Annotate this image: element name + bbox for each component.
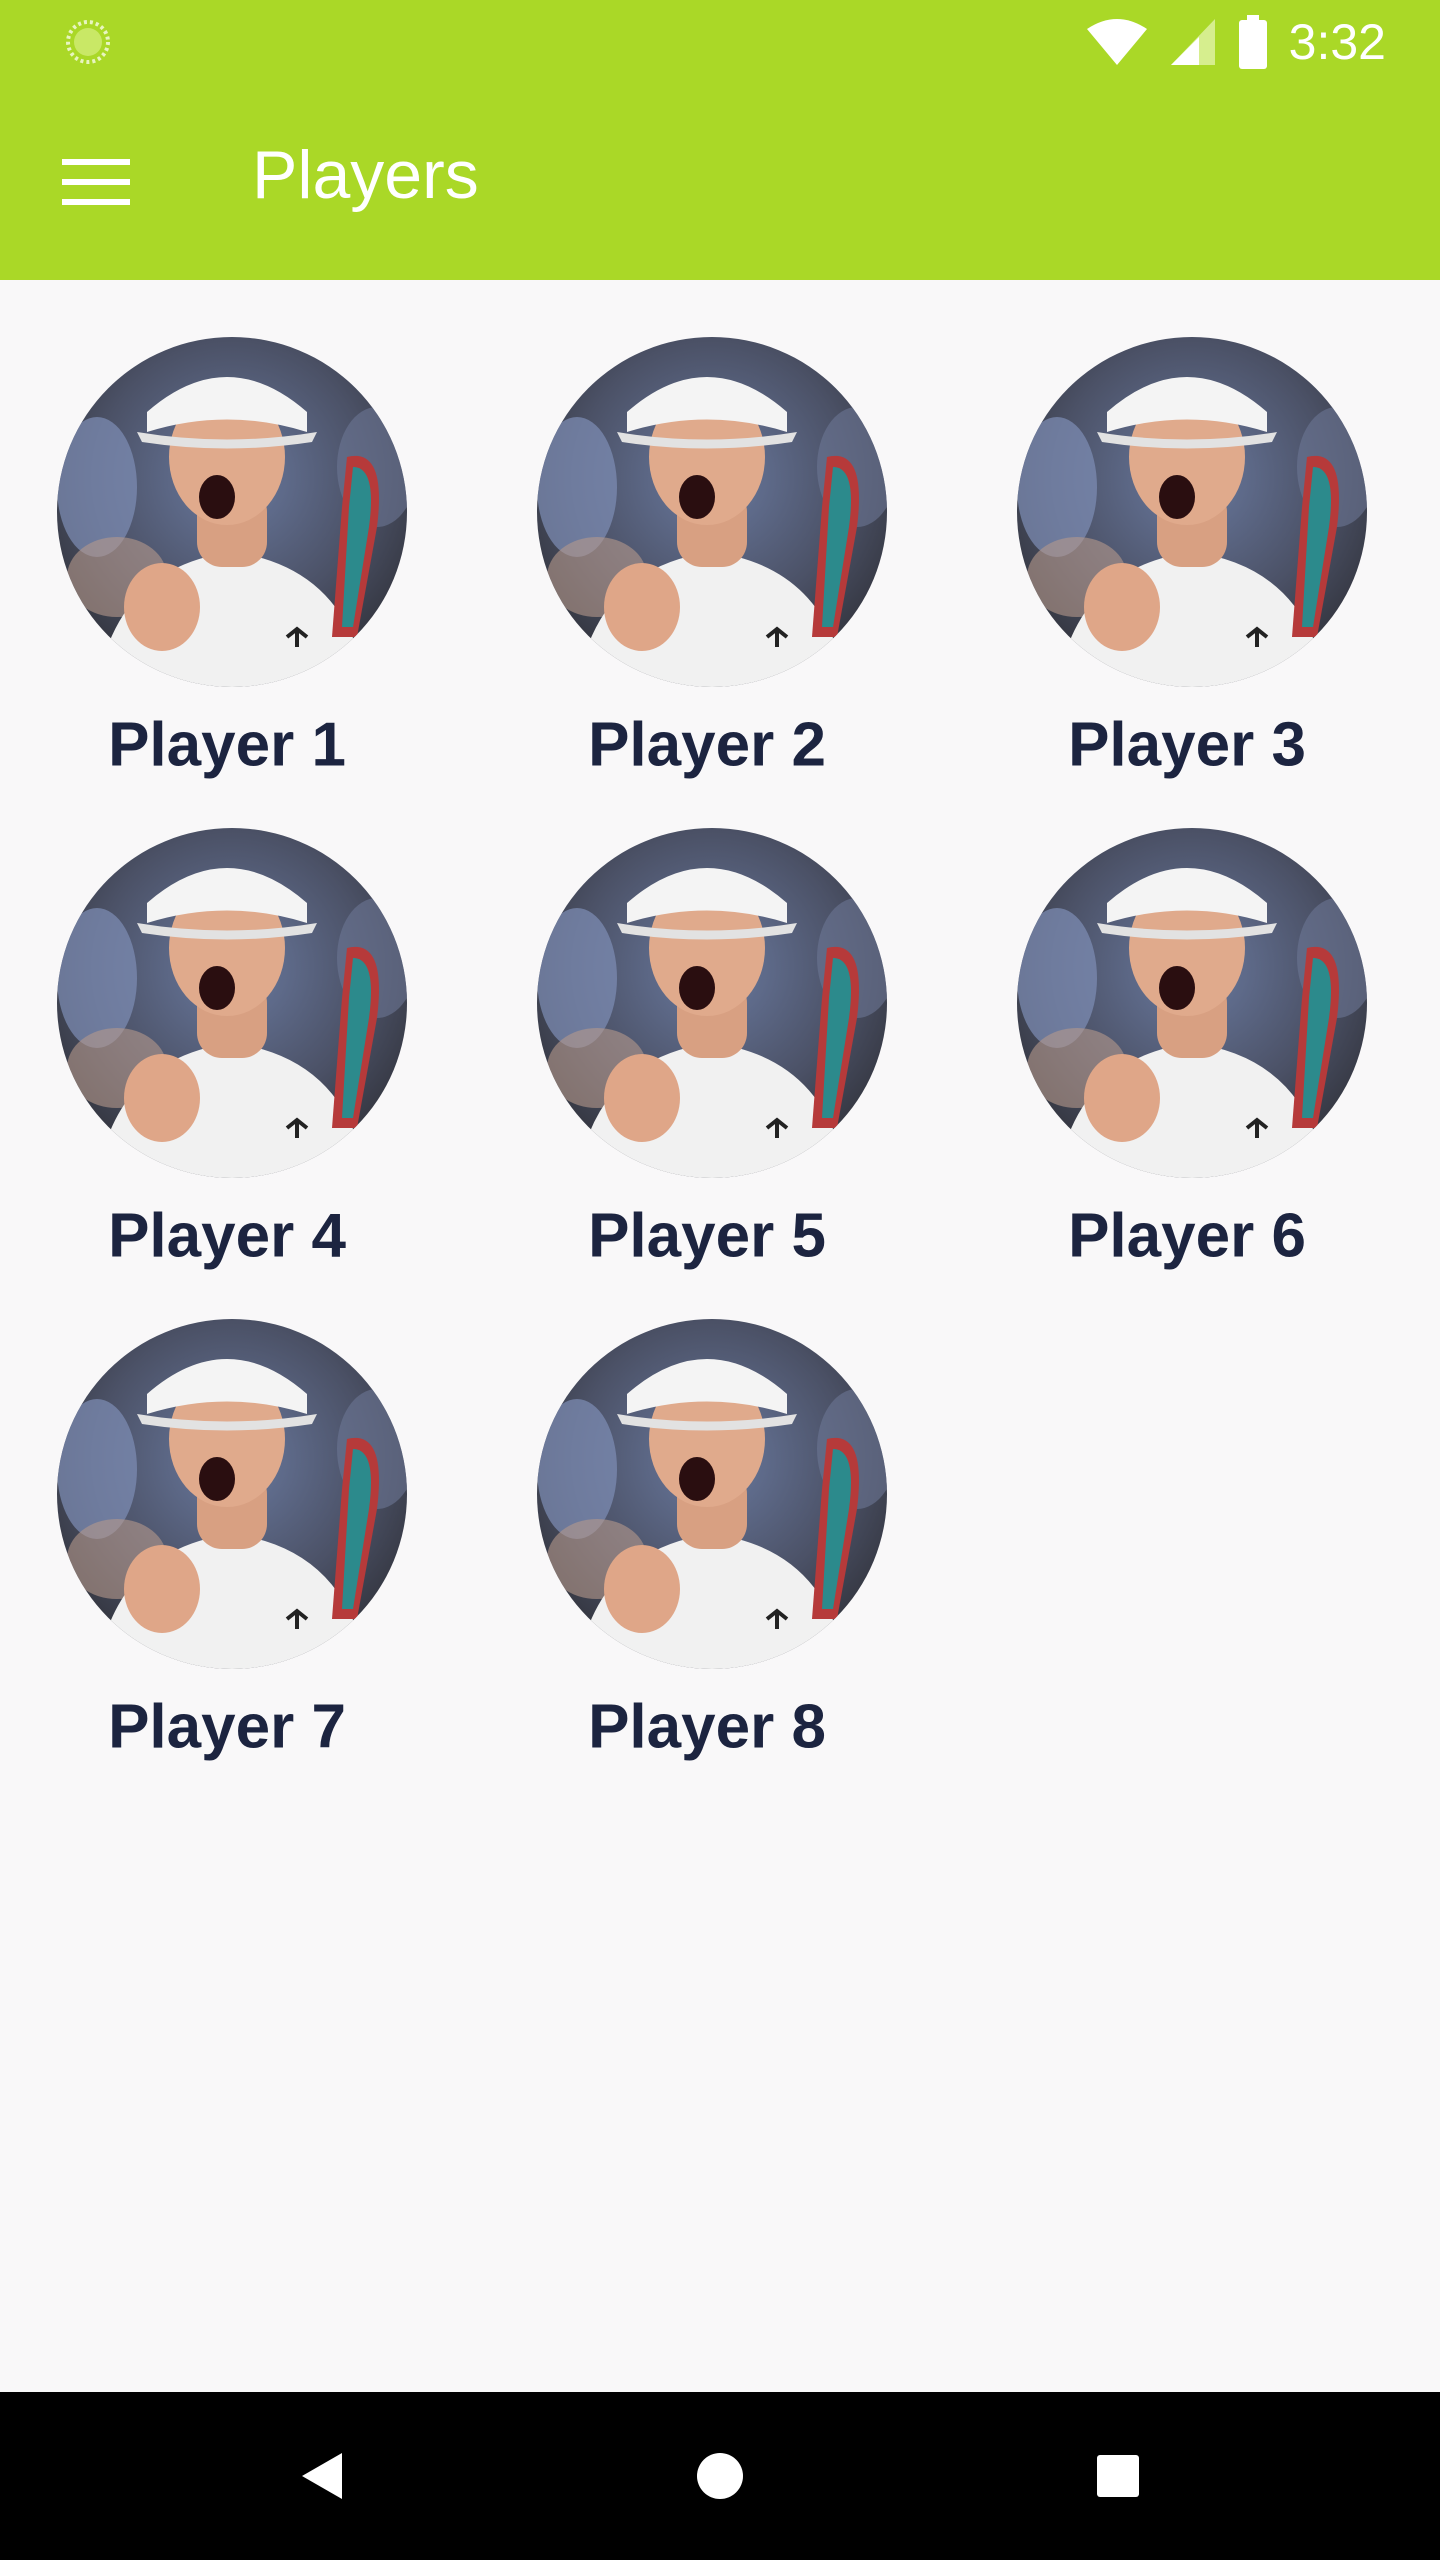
player-avatar (57, 337, 407, 687)
player-name: Player 2 (588, 710, 826, 780)
player-name: Player 8 (588, 1692, 826, 1762)
player-name: Player 6 (1068, 1201, 1306, 1271)
player-avatar (1017, 337, 1367, 687)
tennis-player-photo (1017, 828, 1367, 1178)
home-icon (697, 2453, 743, 2499)
player-name: Player 4 (108, 1201, 346, 1271)
player-avatar (537, 337, 887, 687)
status-time: 3:32 (1288, 14, 1386, 70)
player-name: Player 5 (588, 1201, 826, 1271)
app-bar: Players (0, 84, 1440, 280)
player-card-2[interactable]: Player 2 (507, 337, 907, 807)
player-card-6[interactable]: Player 6 (987, 828, 1387, 1298)
player-name: Player 7 (108, 1692, 346, 1762)
player-card-4[interactable]: Player 4 (27, 828, 427, 1298)
status-icons: 3:32 (1085, 0, 1386, 84)
player-avatar (537, 828, 887, 1178)
tennis-player-photo (537, 828, 887, 1178)
wifi-icon (1086, 19, 1147, 65)
menu-button[interactable] (40, 134, 152, 230)
player-avatar (57, 1319, 407, 1669)
hamburger-menu-icon (62, 159, 130, 205)
tennis-player-photo (537, 337, 887, 687)
player-card-1[interactable]: Player 1 (27, 337, 427, 807)
player-name: Player 1 (108, 710, 346, 780)
back-button[interactable] (272, 2426, 372, 2526)
tennis-player-photo (57, 1319, 407, 1669)
tennis-player-photo (1017, 337, 1367, 687)
tennis-player-photo (57, 828, 407, 1178)
player-avatar (537, 1319, 887, 1669)
player-avatar (1017, 828, 1367, 1178)
recents-icon (1097, 2455, 1139, 2497)
recents-button[interactable] (1068, 2426, 1168, 2526)
battery-icon (1238, 15, 1267, 69)
back-icon (302, 2453, 342, 2499)
player-card-7[interactable]: Player 7 (27, 1319, 427, 1789)
status-bar: 3:32 (0, 0, 1440, 84)
player-card-8[interactable]: Player 8 (507, 1319, 907, 1789)
home-button[interactable] (670, 2426, 770, 2526)
tennis-player-photo (57, 337, 407, 687)
player-avatar (57, 828, 407, 1178)
player-name: Player 3 (1068, 710, 1306, 780)
player-card-3[interactable]: Player 3 (987, 337, 1387, 807)
loading-icon (66, 20, 110, 64)
system-navigation-bar (0, 2392, 1440, 2560)
signal-icon (1170, 19, 1215, 65)
player-card-5[interactable]: Player 5 (507, 828, 907, 1298)
tennis-player-photo (537, 1319, 887, 1669)
page-title: Players (252, 137, 479, 213)
